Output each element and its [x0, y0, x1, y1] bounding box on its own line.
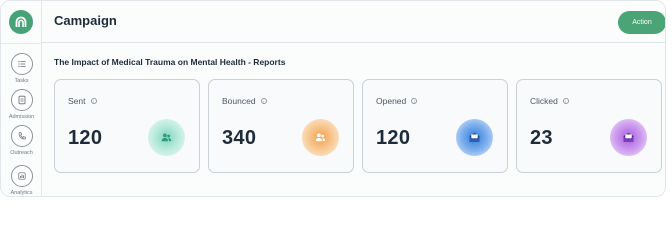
stat-label-row: Opened i	[376, 96, 418, 106]
stat-value: 340	[222, 127, 257, 149]
sidebar-divider	[1, 43, 42, 44]
info-icon[interactable]: i	[411, 98, 418, 104]
stat-label: Opened	[376, 96, 407, 106]
info-icon[interactable]: i	[90, 98, 97, 104]
page-header: Campaign Action	[42, 1, 665, 43]
stat-card-sent[interactable]: Sent i 120	[54, 79, 200, 173]
app-frame: Tasks Admission Outreach Analytics Campa…	[0, 0, 666, 197]
users-icon	[302, 119, 339, 156]
app-logo[interactable]	[9, 10, 33, 34]
stat-label: Sent	[68, 96, 86, 106]
stat-card-opened[interactable]: Opened i 120	[362, 79, 508, 173]
document-icon	[10, 89, 33, 111]
stat-card-bounced[interactable]: Bounced i 340	[208, 79, 354, 173]
sidebar-item-admission[interactable]: Admission	[1, 89, 42, 120]
sidebar-item-tasks[interactable]: Tasks	[1, 53, 42, 84]
sidebar-item-label: Outreach	[10, 150, 33, 156]
envelope-icon	[456, 119, 493, 156]
action-button[interactable]: Action	[618, 11, 665, 34]
stat-value: 23	[530, 127, 553, 149]
chart-icon	[10, 165, 33, 187]
sidebar-item-label: Admission	[8, 114, 35, 120]
info-icon[interactable]: i	[260, 98, 267, 104]
stat-label-row: Sent i	[68, 96, 97, 106]
sidebar-item-label: Analytics	[10, 190, 33, 196]
stat-label: Bounced	[222, 96, 256, 106]
sidebar-item-label: Tasks	[14, 78, 29, 84]
report-title: The Impact of Medical Trauma on Mental H…	[54, 57, 286, 67]
sidebar: Tasks Admission Outreach Analytics	[1, 1, 42, 196]
list-icon	[10, 53, 33, 75]
stat-card-clicked[interactable]: Clicked i 23	[516, 79, 662, 173]
stat-label-row: Clicked i	[530, 96, 569, 106]
users-icon	[148, 119, 185, 156]
phone-icon	[10, 125, 33, 147]
stat-value: 120	[68, 127, 103, 149]
logo-arch-icon	[15, 16, 27, 27]
stat-label-row: Bounced i	[222, 96, 267, 106]
page-title: Campaign	[54, 13, 117, 28]
sidebar-item-analytics[interactable]: Analytics	[1, 165, 42, 196]
sidebar-item-outreach[interactable]: Outreach	[1, 125, 42, 156]
stat-value: 120	[376, 127, 411, 149]
info-icon[interactable]: i	[562, 98, 569, 104]
stat-label: Clicked	[530, 96, 558, 106]
envelope-icon	[610, 119, 647, 156]
